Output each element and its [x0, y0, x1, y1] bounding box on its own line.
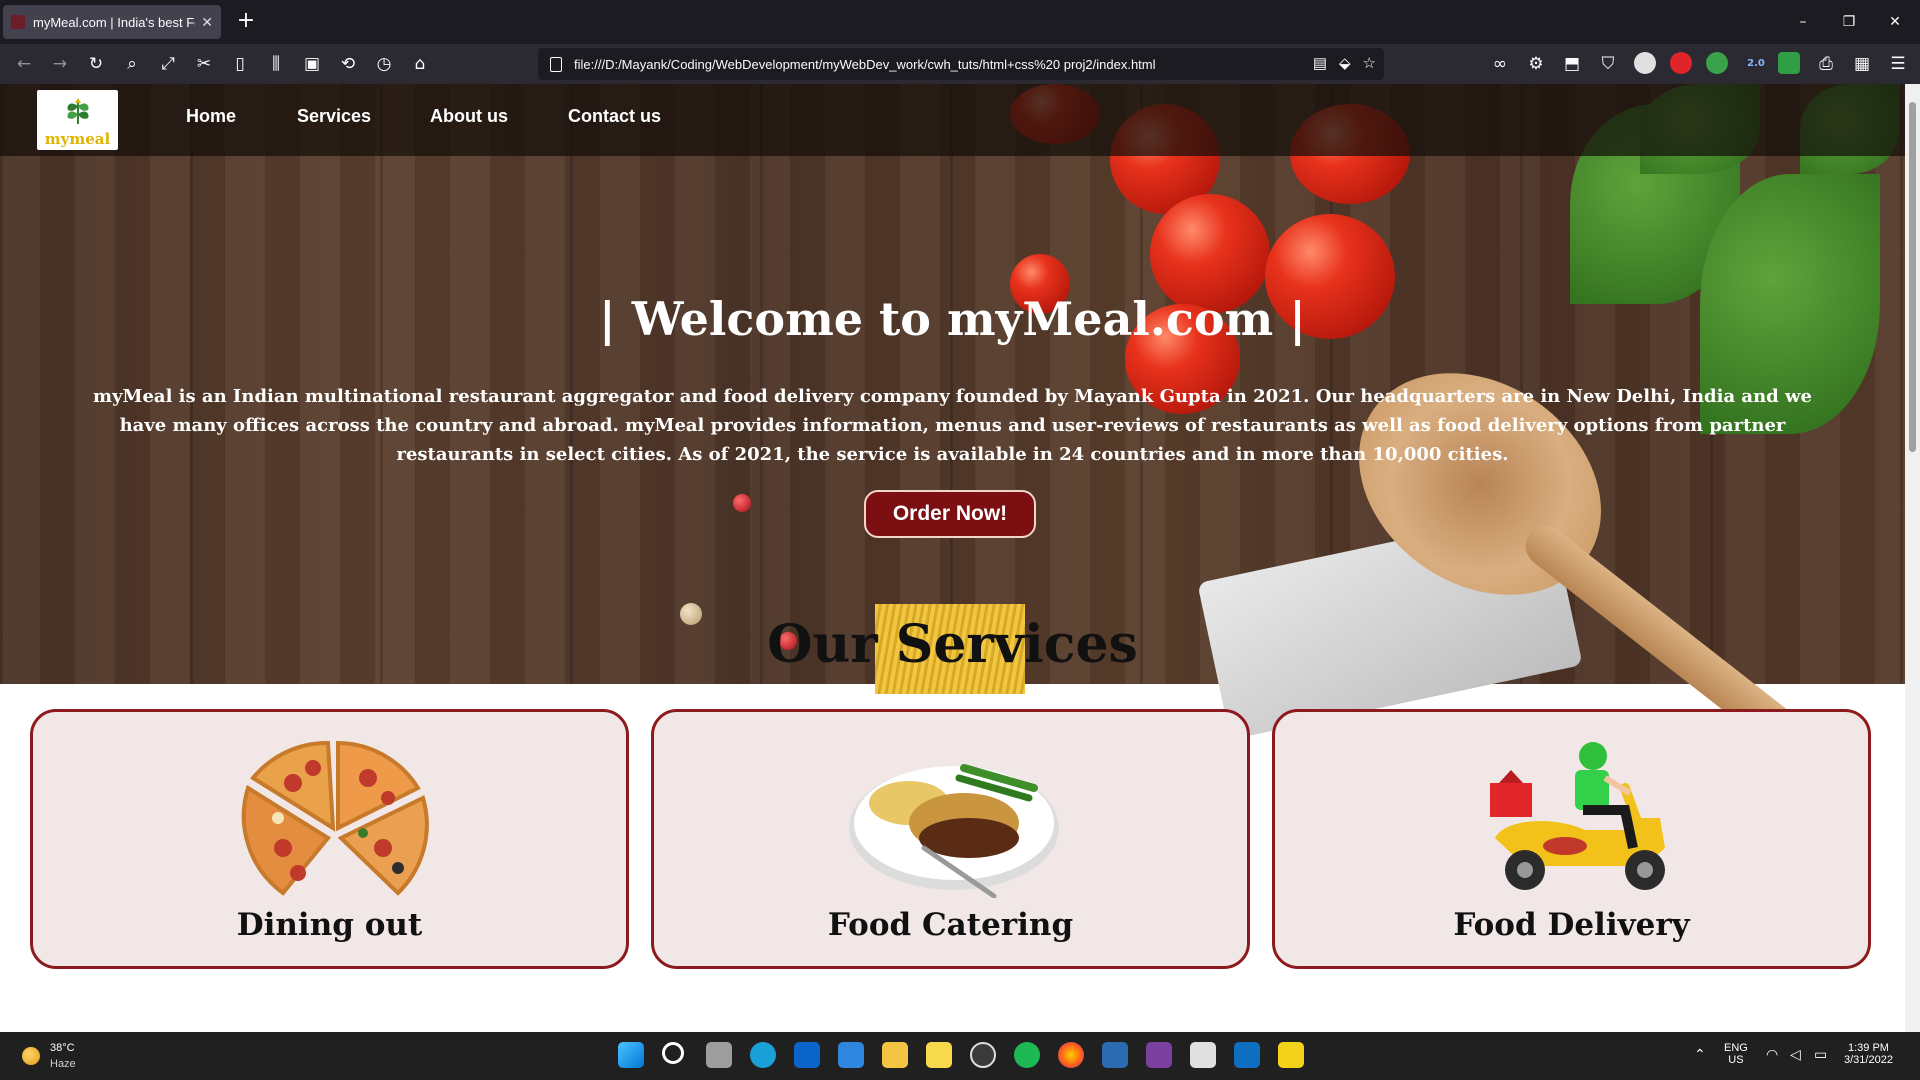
service-card-dining[interactable]: Dining out [30, 709, 629, 969]
sticky-notes-icon[interactable] [926, 1042, 952, 1068]
file-explorer-icon[interactable] [882, 1042, 908, 1068]
adblock-shield-icon[interactable] [1778, 52, 1800, 74]
infinity-extension-icon[interactable]: ∞ [1486, 50, 1514, 78]
wifi-icon[interactable]: ◠ [1766, 1046, 1778, 1063]
weather-condition[interactable]: Haze [50, 1058, 76, 1070]
clock-date: 3/31/2022 [1844, 1054, 1893, 1066]
menu-hamburger-icon[interactable]: ☰ [1884, 50, 1912, 78]
site-header: mymeal Home Services About us Contact us [0, 84, 1905, 156]
edge-browser-icon[interactable] [750, 1042, 776, 1068]
onenote-icon[interactable] [1146, 1042, 1172, 1068]
mail-icon[interactable] [794, 1042, 820, 1068]
restore-button[interactable]: ❐ [1826, 0, 1872, 44]
reader-view-icon[interactable]: ▤ [1313, 54, 1327, 72]
version-badge-icon[interactable]: 2.0 [1742, 50, 1770, 78]
hero-section: mymeal Home Services About us Contact us… [0, 84, 1905, 760]
back-icon[interactable]: ← [10, 50, 38, 78]
language-indicator[interactable]: ENG US [1724, 1042, 1748, 1066]
page-viewport: mymeal Home Services About us Contact us… [0, 84, 1905, 1032]
library-icon[interactable]: ⫼ [262, 50, 290, 78]
settings-gear-icon[interactable]: ⚙ [1522, 50, 1550, 78]
tab-close-icon[interactable]: ✕ [201, 14, 213, 31]
search-icon[interactable]: ⌕ [118, 50, 146, 78]
bookmark-star-icon[interactable]: ☆ [1363, 54, 1376, 72]
peppercorn-image [733, 494, 751, 512]
scrollbar-thumb[interactable] [1909, 102, 1916, 452]
chrome-extension-icon[interactable] [1706, 52, 1728, 74]
nav-about-link[interactable]: About us [430, 106, 508, 127]
media-player-icon[interactable] [970, 1042, 996, 1068]
plate-image [849, 764, 1059, 898]
home-icon[interactable]: ⌂ [406, 50, 434, 78]
url-bar[interactable]: file:///D:/Mayank/Coding/WebDevelopment/… [538, 48, 1384, 80]
clock-time: 1:39 PM [1847, 1042, 1889, 1054]
nav-home-link[interactable]: Home [186, 106, 236, 127]
battery-icon[interactable]: ▭ [1814, 1046, 1827, 1063]
sidebar-icon[interactable]: ▯ [226, 50, 254, 78]
tab-title: myMeal.com | India's best Food [33, 14, 195, 30]
clock-icon[interactable]: ◷ [370, 50, 398, 78]
history-icon[interactable]: ⟲ [334, 50, 362, 78]
leaf-logo-icon [67, 98, 89, 124]
search-taskbar-icon[interactable] [662, 1042, 684, 1064]
page-info-icon[interactable] [550, 56, 562, 72]
pocket-icon[interactable]: ⬙ [1339, 54, 1351, 72]
region-code: US [1728, 1054, 1744, 1066]
fullscreen-icon[interactable]: ⤢ [154, 50, 182, 78]
browser-toolbar: ← → ↻ ⌕ ⤢ ✂ ▯ ⫼ ▣ ⟲ ◷ ⌂ file:///D:/Mayan… [0, 44, 1920, 84]
vscode-icon[interactable] [1234, 1042, 1260, 1068]
site-favicon-icon [11, 15, 25, 29]
new-tab-button[interactable]: + [232, 8, 260, 36]
weather-temperature[interactable]: 38°C [50, 1042, 75, 1054]
screenshot-icon[interactable]: ✂ [190, 50, 218, 78]
language-code: ENG [1724, 1042, 1748, 1054]
volume-icon[interactable]: ◁ [1790, 1046, 1801, 1063]
hero-title: | Welcome to myMeal.com | [599, 292, 1306, 346]
reload-icon[interactable]: ↻ [82, 50, 110, 78]
snipping-tool-icon[interactable] [1190, 1042, 1216, 1068]
minimize-button[interactable]: – [1780, 0, 1826, 44]
security-app-icon[interactable] [1102, 1042, 1128, 1068]
todo-icon[interactable] [838, 1042, 864, 1068]
player-app-icon[interactable] [1278, 1042, 1304, 1068]
clock-tray[interactable]: 1:39 PM 3/31/2022 [1844, 1042, 1893, 1066]
page-scrollbar[interactable] [1905, 84, 1920, 1032]
services-heading: Our Services [767, 614, 1138, 675]
service-name: Food Delivery [1453, 907, 1690, 943]
tray-chevron-icon[interactable]: ⌃ [1694, 1046, 1706, 1063]
close-window-button[interactable]: ✕ [1872, 0, 1918, 44]
order-now-button[interactable]: Order Now! [864, 490, 1036, 538]
red-extension-icon[interactable] [1670, 52, 1692, 74]
shield-icon[interactable]: ⛉ [1594, 50, 1622, 78]
account-avatar-icon[interactable] [1634, 52, 1656, 74]
forward-icon[interactable]: → [46, 50, 74, 78]
nav-contact-link[interactable]: Contact us [568, 106, 661, 127]
browser-tabbar: myMeal.com | India's best Food ✕ + – ❐ ✕ [0, 0, 1920, 44]
browser-tab-active[interactable]: myMeal.com | India's best Food ✕ [3, 5, 221, 39]
weather-haze-icon[interactable] [22, 1047, 40, 1065]
spotify-icon[interactable] [1014, 1042, 1040, 1068]
pizza-image [241, 740, 429, 896]
service-name: Food Catering [827, 907, 1074, 943]
site-logo[interactable]: mymeal [37, 90, 118, 150]
bookmarks-icon[interactable]: ▣ [298, 50, 326, 78]
service-card-catering[interactable]: Food Catering [651, 709, 1250, 969]
nav-services-link[interactable]: Services [297, 106, 371, 127]
service-name: Dining out [236, 907, 423, 943]
start-windows-icon[interactable] [618, 1042, 644, 1068]
extensions-icon[interactable]: ⬒ [1558, 50, 1586, 78]
hero-description: myMeal is an Indian multinational restau… [93, 386, 1812, 465]
windows-taskbar: 38°C Haze ⌃ ENG US ◠ ◁ ▭ 1:39 PM 3/31/20… [0, 1032, 1920, 1080]
print-icon[interactable]: ⎙ [1812, 50, 1840, 78]
grid-apps-icon[interactable]: ▦ [1848, 50, 1876, 78]
url-text: file:///D:/Mayank/Coding/WebDevelopment/… [574, 56, 1156, 72]
logo-wordmark: mymeal [44, 130, 111, 148]
service-card-delivery[interactable]: Food Delivery [1272, 709, 1871, 969]
firefox-icon[interactable] [1058, 1042, 1084, 1068]
scooter-image [1490, 742, 1665, 890]
task-view-icon[interactable] [706, 1042, 732, 1068]
